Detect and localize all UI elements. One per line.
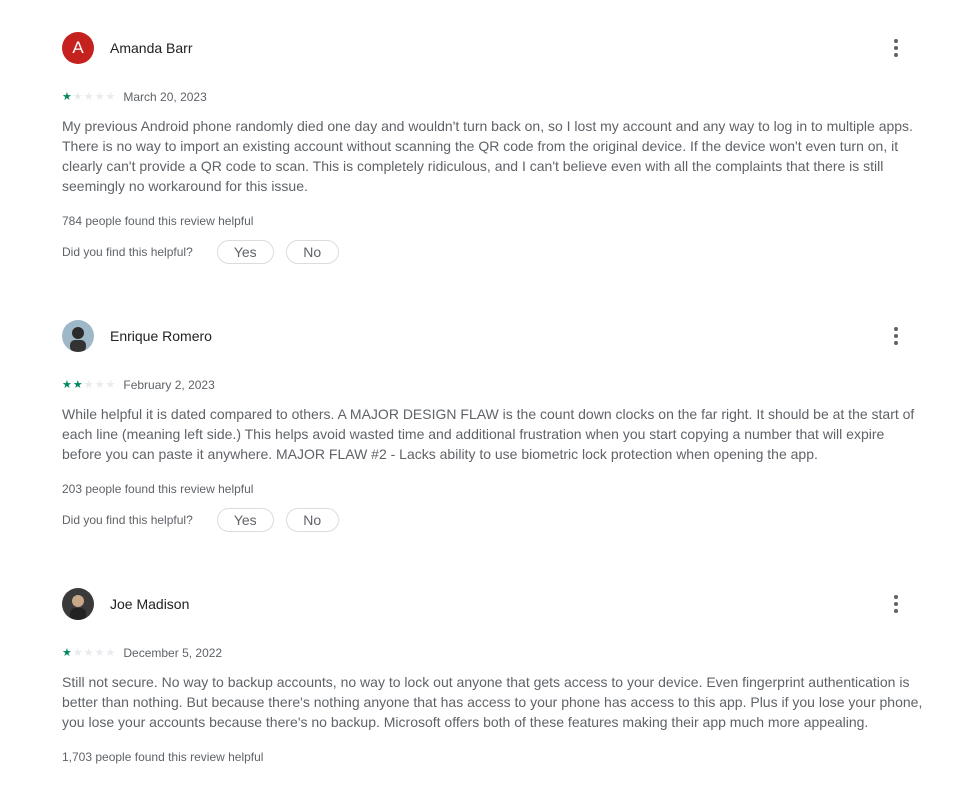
star-icon: ★ <box>72 646 83 659</box>
review-card: Enrique Romero ★ ★ ★ ★ ★ February 2, 2023 Wh… <box>62 320 932 532</box>
helpful-feedback: Did you find this helpful? Yes No <box>62 508 932 532</box>
star-icon: ★ <box>72 90 83 103</box>
review-card: Joe Madison ★ ★ ★ ★ ★ December 5, 2022 Still… <box>62 588 932 764</box>
reviewer-name: Joe Madison <box>110 596 190 612</box>
review-date: March 20, 2023 <box>123 90 207 104</box>
review-card: A Amanda Barr ★ ★ ★ ★ ★ March 20, 2023 My pr… <box>62 32 932 264</box>
avatar-photo-icon <box>70 595 86 620</box>
avatar-initial: A <box>72 38 84 57</box>
yes-button[interactable]: Yes <box>216 508 274 532</box>
star-rating: ★ ★ ★ ★ ★ <box>62 646 116 659</box>
no-button[interactable]: No <box>285 240 339 264</box>
helpful-count: 203 people found this review helpful <box>62 482 254 496</box>
star-icon: ★ <box>105 90 116 103</box>
helpful-count: 784 people found this review helpful <box>62 214 254 228</box>
star-icon: ★ <box>94 378 105 391</box>
review-text: Still not secure. No way to backup accou… <box>62 674 923 730</box>
star-icon: ★ <box>105 646 116 659</box>
helpful-feedback: Did you find this helpful? Yes No <box>62 240 932 264</box>
star-icon: ★ <box>105 378 116 391</box>
star-icon: ★ <box>62 646 72 659</box>
star-icon: ★ <box>94 90 105 103</box>
review-text: While helpful it is dated compared to ot… <box>62 406 915 462</box>
review-date: February 2, 2023 <box>123 378 215 392</box>
avatar <box>62 588 94 620</box>
star-icon: ★ <box>62 378 72 391</box>
no-button[interactable]: No <box>285 508 339 532</box>
review-text: My previous Android phone randomly died … <box>62 118 913 194</box>
avatar: A <box>62 32 94 64</box>
star-icon: ★ <box>83 646 94 659</box>
star-icon: ★ <box>62 90 72 103</box>
star-icon: ★ <box>83 378 94 391</box>
reviewer-name: Amanda Barr <box>110 40 193 56</box>
avatar <box>62 320 94 352</box>
star-rating: ★ ★ ★ ★ ★ <box>62 378 116 391</box>
more-options-icon[interactable] <box>888 36 904 60</box>
avatar-photo-icon <box>70 327 86 352</box>
reviewer-name: Enrique Romero <box>110 328 212 344</box>
star-icon: ★ <box>94 646 105 659</box>
review-date: December 5, 2022 <box>123 646 223 660</box>
more-options-icon[interactable] <box>888 324 904 348</box>
helpful-prompt: Did you find this helpful? <box>62 245 193 259</box>
star-icon: ★ <box>83 90 94 103</box>
star-rating: ★ ★ ★ ★ ★ <box>62 90 116 103</box>
yes-button[interactable]: Yes <box>216 240 274 264</box>
helpful-prompt: Did you find this helpful? <box>62 513 193 527</box>
helpful-count: 1,703 people found this review helpful <box>62 750 264 764</box>
star-icon: ★ <box>72 378 83 391</box>
more-options-icon[interactable] <box>888 592 904 616</box>
